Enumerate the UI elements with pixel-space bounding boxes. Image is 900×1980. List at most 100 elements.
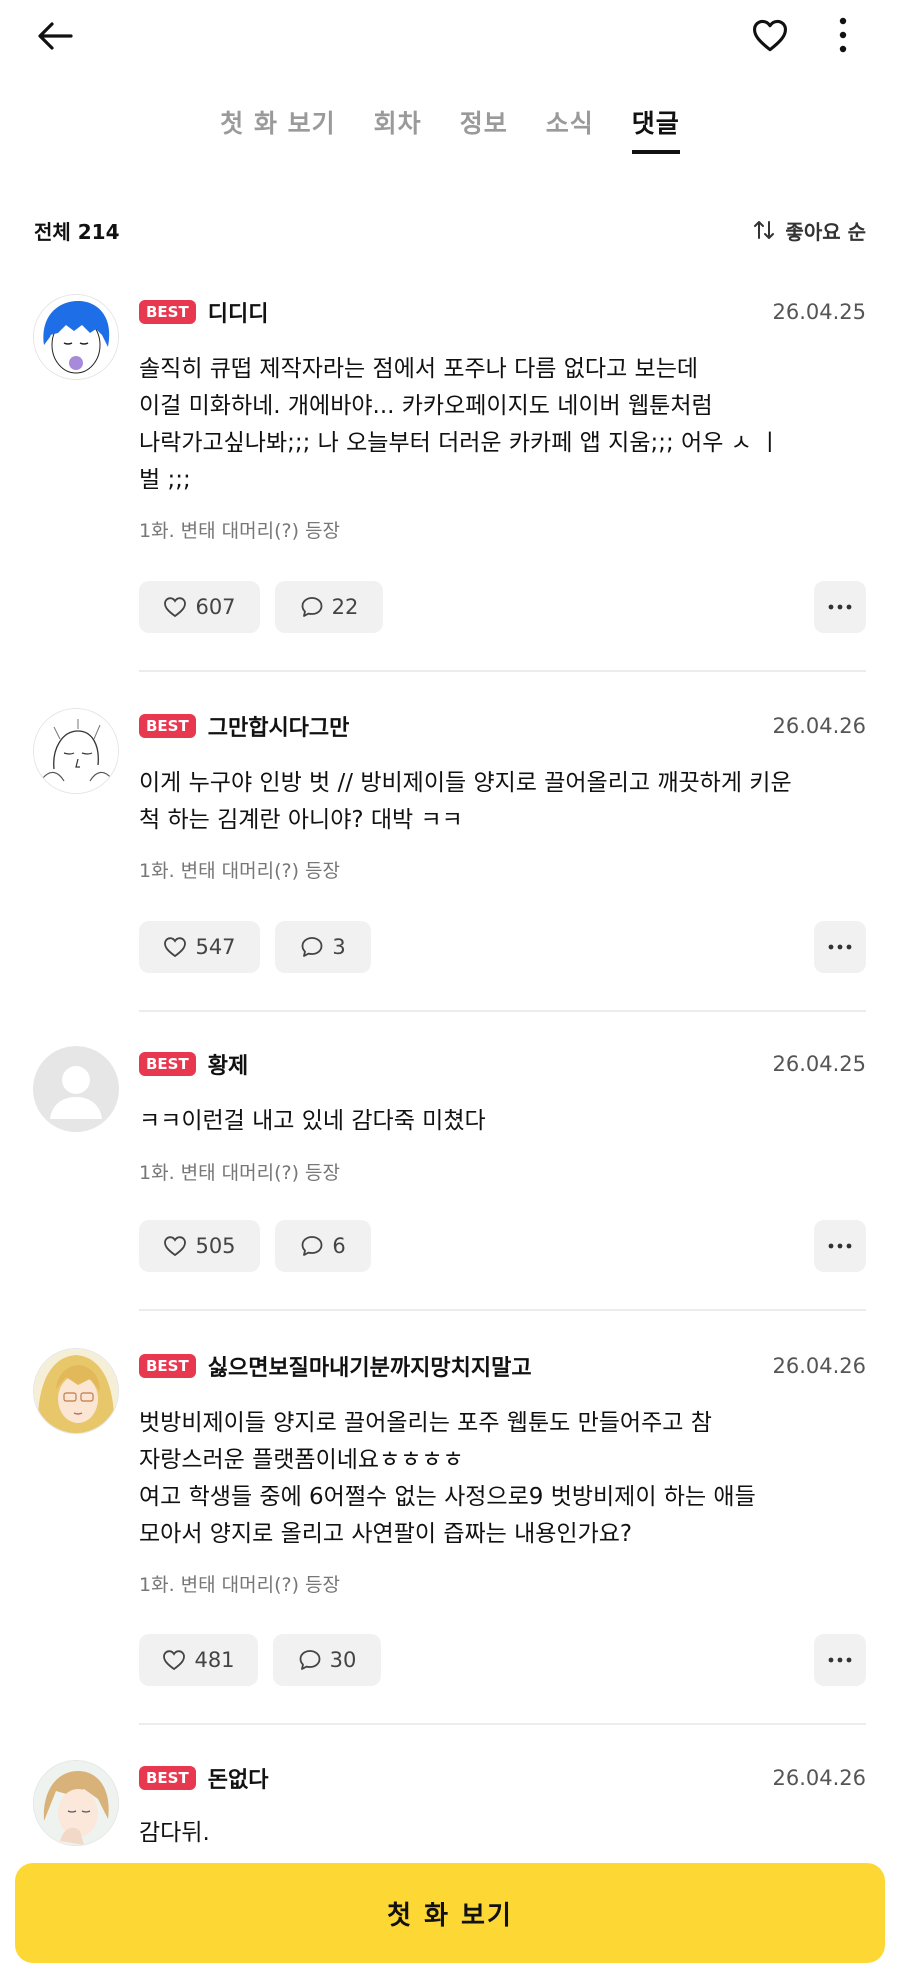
comment-nickname[interactable]: 디디디 <box>208 296 773 328</box>
reply-button[interactable]: 30 <box>273 1634 381 1686</box>
comment-nickname[interactable]: 돈없다 <box>208 1762 773 1794</box>
comment-episode[interactable]: 1화. 변태 대머리(?) 등장 <box>139 516 340 543</box>
like-heart-icon <box>164 597 187 618</box>
comment-item: BEST 디디디 26.04.25 솔직히 큐떱 제작자라는 점에서 포주나 다… <box>0 294 900 674</box>
avatar[interactable] <box>33 1348 119 1434</box>
best-badge: BEST <box>139 1766 196 1790</box>
comment-line: 이게 누구야 인방 벗 // 방비제이들 양지로 끌어올리고 깨끗하게 키운 <box>139 770 792 796</box>
comment-item: BEST 그만합시다그만 26.04.26 이게 누구야 인방 벗 // 방비제… <box>0 708 900 1014</box>
comment-item: BEST 돈없다 26.04.26 감다뒤. <box>0 1760 900 1860</box>
comment-line: 이걸 미화하네. 개에바야... 카카오페이지도 네이버 웹툰처럼 <box>139 393 713 419</box>
like-button[interactable]: 607 <box>139 581 260 633</box>
comment-line: 모아서 양지로 올리고 사연팔이 즙짜는 내용인가요? <box>139 1521 633 1547</box>
reply-count: 30 <box>329 1648 357 1672</box>
best-badge: BEST <box>139 1052 196 1076</box>
tab-episodes[interactable]: 회차 <box>374 104 422 154</box>
like-heart-icon <box>164 937 187 958</box>
comment-item: BEST 황제 26.04.25 ㅋㅋ이런걸 내고 있네 감다죽 미쳤다 1화.… <box>0 1046 900 1314</box>
best-badge: BEST <box>139 1354 196 1378</box>
comment-summary: 전체 214 좋아요 순 <box>34 212 866 248</box>
avatar[interactable] <box>33 708 119 794</box>
like-button[interactable]: 505 <box>139 1220 260 1272</box>
tab-comments[interactable]: 댓글 <box>631 104 680 154</box>
comment-actions: 607 22 <box>139 581 866 633</box>
menu-button[interactable] <box>826 12 860 58</box>
reply-count: 6 <box>332 1234 346 1258</box>
avatar[interactable] <box>33 1046 119 1132</box>
like-count: 505 <box>195 1234 236 1258</box>
sort-button[interactable]: 좋아요 순 <box>753 216 866 245</box>
like-heart-icon <box>163 1650 186 1671</box>
first-episode-button[interactable]: 첫 화 보기 <box>15 1863 885 1963</box>
divider <box>139 670 866 672</box>
comment-nickname[interactable]: 그만합시다그만 <box>208 710 773 742</box>
comment-episode[interactable]: 1화. 변태 대머리(?) 등장 <box>139 1570 340 1597</box>
reply-button[interactable]: 22 <box>275 581 383 633</box>
more-vertical-icon <box>839 17 847 53</box>
comment-body: 이게 누구야 인방 벗 // 방비제이들 양지로 끌어올리고 깨끗하게 키운 척… <box>139 765 866 839</box>
comment-actions: 481 30 <box>139 1634 866 1686</box>
divider <box>139 1723 866 1725</box>
comment-body: 감다뒤. <box>139 1815 866 1852</box>
like-button[interactable]: 547 <box>139 921 260 973</box>
comment-line: 벗방비제이들 양지로 끌어올리는 포주 웹툰도 만들어주고 참 <box>139 1410 712 1436</box>
comment-line: 자랑스러운 플랫폼이네요ㅎㅎㅎㅎ <box>139 1447 464 1473</box>
default-avatar-icon <box>34 1047 118 1131</box>
like-count: 607 <box>195 595 236 619</box>
more-horizontal-icon <box>828 1657 852 1663</box>
comment-line: 솔직히 큐떱 제작자라는 점에서 포주나 다름 없다고 보는데 <box>139 356 699 382</box>
back-arrow-icon <box>38 22 73 50</box>
like-count: 481 <box>194 1648 235 1672</box>
comment-nickname[interactable]: 싫으면보질마내기분까지망치지말고 <box>208 1350 773 1382</box>
favorite-button[interactable] <box>746 12 794 58</box>
comment-header: BEST 돈없다 26.04.26 <box>139 1760 866 1796</box>
tab-first-episode[interactable]: 첫 화 보기 <box>220 104 335 154</box>
avatar[interactable] <box>33 294 119 380</box>
comment-line: 벌 ;;; <box>139 467 191 493</box>
comment-episode[interactable]: 1화. 변태 대머리(?) 등장 <box>139 856 340 883</box>
comment-line: 나락가고싶나봐;;; 나 오늘부터 더러운 카카페 앱 지움;;; 어우 ㅅ ㅣ <box>139 430 781 456</box>
comment-date: 26.04.26 <box>772 714 866 738</box>
comment-more-button[interactable] <box>814 1220 866 1272</box>
reply-bubble-icon <box>301 1236 323 1256</box>
comment-body: 솔직히 큐떱 제작자라는 점에서 포주나 다름 없다고 보는데 이걸 미화하네.… <box>139 351 866 499</box>
back-button[interactable] <box>30 14 80 58</box>
divider <box>139 1309 866 1311</box>
comment-episode[interactable]: 1화. 변태 대머리(?) 등장 <box>139 1158 340 1185</box>
comment-more-button[interactable] <box>814 1634 866 1686</box>
comment-line: ㅋㅋ이런걸 내고 있네 감다죽 미쳤다 <box>139 1108 486 1134</box>
reply-button[interactable]: 3 <box>275 921 371 973</box>
comment-more-button[interactable] <box>814 581 866 633</box>
avatar[interactable] <box>33 1760 119 1846</box>
sort-icon <box>754 221 775 239</box>
sort-label: 좋아요 순 <box>785 219 866 244</box>
more-horizontal-icon <box>828 604 852 610</box>
comment-item: BEST 싫으면보질마내기분까지망치지말고 26.04.26 벗방비제이들 양지… <box>0 1348 900 1728</box>
comment-line: 여고 학생들 중에 6어쩔수 없는 사정으로9 벗방비제이 하는 애들 <box>139 1484 756 1510</box>
comment-date: 26.04.25 <box>772 300 866 324</box>
comment-body: 벗방비제이들 양지로 끌어올리는 포주 웹툰도 만들어주고 참 자랑스러운 플랫… <box>139 1405 866 1553</box>
comment-more-button[interactable] <box>814 921 866 973</box>
tab-news[interactable]: 소식 <box>546 104 594 154</box>
comment-line: 척 하는 김계란 아니야? 대박 ㅋㅋ <box>139 807 463 833</box>
like-button[interactable]: 481 <box>139 1634 258 1686</box>
comment-nickname[interactable]: 황제 <box>208 1048 773 1080</box>
comment-body: ㅋㅋ이런걸 내고 있네 감다죽 미쳤다 <box>139 1103 866 1140</box>
comment-total: 전체 214 <box>34 219 120 244</box>
comment-actions: 547 3 <box>139 921 866 973</box>
comment-actions: 505 6 <box>139 1220 866 1272</box>
best-badge: BEST <box>139 714 196 738</box>
like-count: 547 <box>195 935 236 959</box>
like-heart-icon <box>164 1236 187 1257</box>
tab-bar: 첫 화 보기 회차 정보 소식 댓글 <box>0 104 900 154</box>
comment-header: BEST 싫으면보질마내기분까지망치지말고 26.04.26 <box>139 1348 866 1384</box>
comment-header: BEST 그만합시다그만 26.04.26 <box>139 708 866 744</box>
comment-header: BEST 황제 26.04.25 <box>139 1046 866 1082</box>
divider <box>139 1010 866 1012</box>
reply-button[interactable]: 6 <box>275 1220 371 1272</box>
comment-date: 26.04.25 <box>772 1052 866 1076</box>
tab-info[interactable]: 정보 <box>460 104 508 154</box>
reply-count: 3 <box>332 935 346 959</box>
comment-date: 26.04.26 <box>772 1766 866 1790</box>
top-bar <box>0 0 900 70</box>
